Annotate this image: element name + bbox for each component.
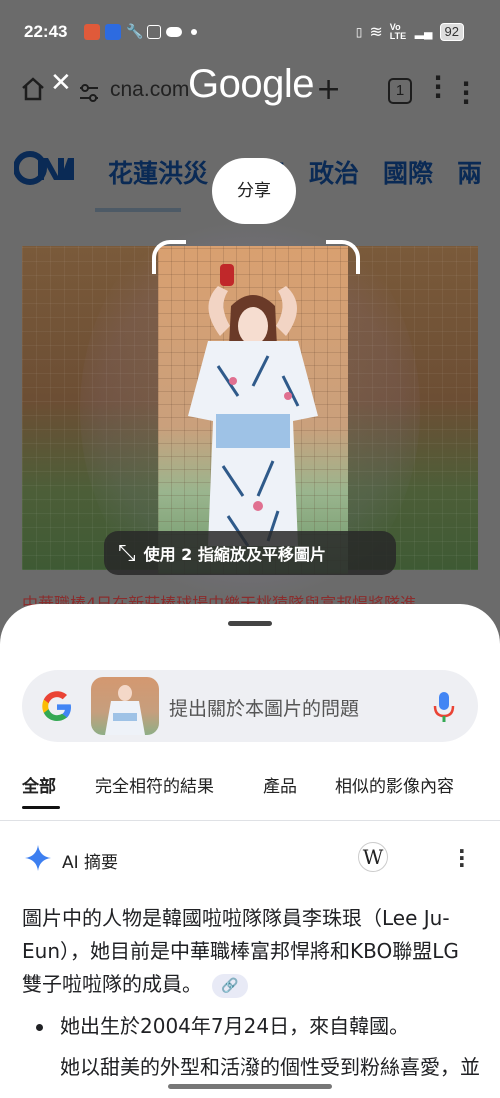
hint-text: 使用 2 指縮放及平移圖片: [143, 545, 326, 564]
selected-image-thumbnail[interactable]: [91, 677, 159, 735]
home-indicator[interactable]: [168, 1084, 332, 1089]
tune-icon[interactable]: [78, 80, 100, 110]
google-g-icon: [42, 691, 71, 721]
wikipedia-icon[interactable]: W: [358, 842, 388, 872]
ai-sparkle-icon: [25, 845, 51, 871]
tab-products[interactable]: 產品: [263, 772, 297, 797]
search-placeholder: 提出關於本圖片的問題: [169, 698, 360, 720]
lens-selection[interactable]: [158, 246, 348, 574]
notification-icons: 🔧: [84, 24, 197, 40]
wifi-icon: ≋: [369, 24, 383, 41]
plus-icon[interactable]: +: [316, 72, 341, 107]
bullet-item: 她出生於2004年7月24日，來自韓國。: [36, 1010, 480, 1043]
vibrate-icon: ▯: [355, 25, 363, 39]
app-notification-icon: [84, 24, 100, 40]
result-tabs: 全部 完全相符的結果 產品 相似的影像內容: [0, 772, 500, 809]
nav-item[interactable]: 花蓮洪災: [108, 154, 208, 190]
status-time: 22:43: [24, 22, 68, 41]
dot-icon: [191, 29, 197, 35]
ai-overview-title: AI 摘要: [62, 853, 119, 873]
active-tab-indicator: [22, 806, 60, 809]
nav-active-indicator: [95, 208, 181, 212]
summary-bullets: 她出生於2004年7月24日，來自韓國。 她以甜美的外型和活潑的個性受到粉絲喜愛…: [36, 1010, 480, 1092]
pinch-hint-toast: ⤡ 使用 2 指縮放及平移圖片: [104, 531, 396, 575]
nav-item[interactable]: 兩: [457, 154, 482, 190]
signal-icon: ▂▄: [414, 25, 433, 39]
wrench-icon: 🔧: [126, 24, 144, 40]
tab-exact-matches[interactable]: 完全相符的結果: [95, 772, 214, 797]
window-icon: [147, 25, 161, 39]
lens-search-bar[interactable]: 提出關於本圖片的問題: [22, 670, 478, 742]
app-notification-icon: [105, 24, 121, 40]
overflow-menu-icon[interactable]: · · ·: [461, 72, 471, 114]
lens-results-sheet: 提出關於本圖片的問題 全部 完全相符的結果 產品 相似的影像內容 AI 摘要 W…: [0, 604, 500, 1098]
menu-icon[interactable]: · · ·: [433, 66, 443, 108]
cna-logo[interactable]: [13, 150, 76, 186]
crop-corner-handle[interactable]: [152, 240, 186, 274]
bullet-item: 她以甜美的外型和活潑的個性受到粉絲喜愛，並被暱稱為「AI女神」或「高雄女兒: [60, 1051, 480, 1084]
ai-summary: 圖片中的人物是韓國啦啦隊隊員李珠珢（Lee Ju-Eun），她目前是中華職棒富邦…: [22, 902, 472, 1001]
battery-indicator: 92: [439, 23, 464, 41]
crop-corner-handle[interactable]: [326, 240, 360, 274]
pinch-zoom-icon: ⤡: [118, 540, 136, 566]
tabs-icon[interactable]: 1: [388, 78, 412, 104]
cloud-icon: [166, 27, 182, 37]
nav-item[interactable]: 政治: [309, 154, 359, 190]
network-label: Vo LTE: [389, 22, 407, 41]
tab-all[interactable]: 全部: [22, 772, 56, 797]
google-wordmark: Google: [188, 62, 314, 106]
nav-item[interactable]: 國際: [383, 154, 433, 190]
cheerleader-figure: [188, 264, 318, 547]
home-icon[interactable]: [20, 76, 46, 109]
close-icon[interactable]: ✕: [50, 68, 72, 98]
url-bar[interactable]: cna.com: [110, 78, 189, 102]
link-icon[interactable]: 🔗: [212, 973, 248, 998]
tabs-divider: [0, 820, 500, 821]
mic-icon[interactable]: [432, 690, 456, 724]
more-options-icon[interactable]: · · ·: [458, 841, 466, 875]
tab-visual-matches[interactable]: 相似的影像內容: [335, 772, 454, 797]
sheet-drag-handle[interactable]: [228, 621, 272, 626]
status-right: ▯ ≋ Vo LTE ▂▄ 92: [356, 22, 464, 42]
share-button[interactable]: 分享: [212, 158, 296, 224]
status-bar: 22:43 🔧 ▯ ≋ Vo LTE ▂▄ 92: [0, 0, 500, 62]
